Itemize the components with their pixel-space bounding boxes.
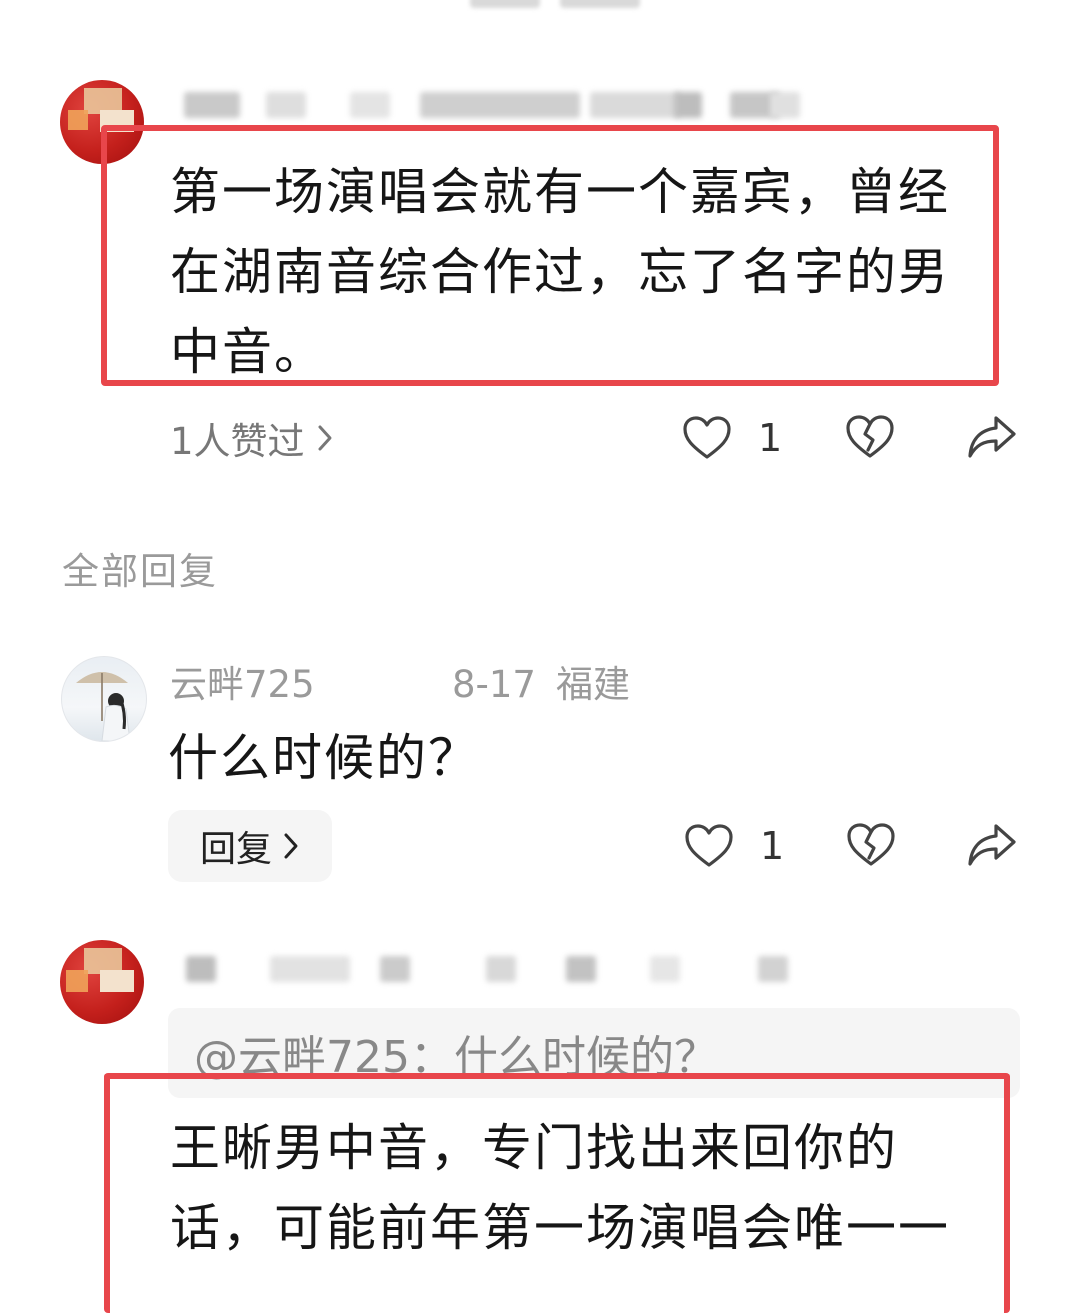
like-button-main[interactable]: 1 <box>682 412 782 464</box>
share-button-main[interactable] <box>966 414 1018 460</box>
heart-icon <box>684 823 734 869</box>
blurred-reply-2-author-info <box>170 950 810 990</box>
avatar-yunpan725[interactable] <box>61 656 147 742</box>
reply-1-date: 8-17 <box>452 663 536 706</box>
like-count-main: 1 <box>758 416 783 460</box>
reply-2-line-1: 王晰男中音，专门找出来回你的 <box>170 1119 898 1177</box>
chevron-right-icon <box>315 423 335 453</box>
broken-heart-icon <box>845 414 895 460</box>
reply-1-text: 什么时候的？ <box>168 729 480 787</box>
share-arrow-icon <box>966 414 1018 460</box>
top-header-partial <box>0 0 1080 14</box>
broken-heart-icon <box>846 822 896 868</box>
all-replies-label: 全部回复 <box>62 550 218 593</box>
reply-1-location: 福建 <box>556 663 630 706</box>
share-button-reply-1[interactable] <box>966 822 1018 868</box>
dislike-button-main[interactable] <box>845 414 895 460</box>
avatar-reply-2-author[interactable] <box>60 940 144 1024</box>
liked-by-label: 1人赞过 <box>170 420 305 463</box>
dislike-button-reply-1[interactable] <box>846 822 896 868</box>
chevron-right-icon <box>282 832 300 860</box>
share-arrow-icon <box>966 822 1018 868</box>
reply-2-text: 王晰男中音，专门找出来回你的 话，可能前年第一场演唱会唯一一 <box>170 1108 1000 1268</box>
heart-icon <box>682 415 732 461</box>
like-count-reply-1: 1 <box>760 824 785 868</box>
main-comment-text: 第一场演唱会就有一个嘉宾，曾经 在湖南音综合作过，忘了名字的男 中音。 <box>170 152 1000 392</box>
main-comment-line-3: 中音。 <box>170 323 326 381</box>
reply-button[interactable]: 回复 <box>168 810 332 882</box>
main-comment-line-1: 第一场演唱会就有一个嘉宾，曾经 <box>170 163 950 221</box>
reply-button-label: 回复 <box>199 829 272 870</box>
main-comment-line-2: 在湖南音综合作过，忘了名字的男 <box>170 243 950 301</box>
reply-2-line-2: 话，可能前年第一场演唱会唯一一 <box>170 1199 950 1257</box>
liked-by-link[interactable]: 1人赞过 <box>170 412 335 464</box>
like-button-reply-1[interactable]: 1 <box>684 820 784 872</box>
reply-1-username[interactable]: 云畔725 <box>170 660 315 710</box>
avatar-umbrella-image <box>76 672 131 741</box>
blurred-author-info <box>170 86 810 126</box>
